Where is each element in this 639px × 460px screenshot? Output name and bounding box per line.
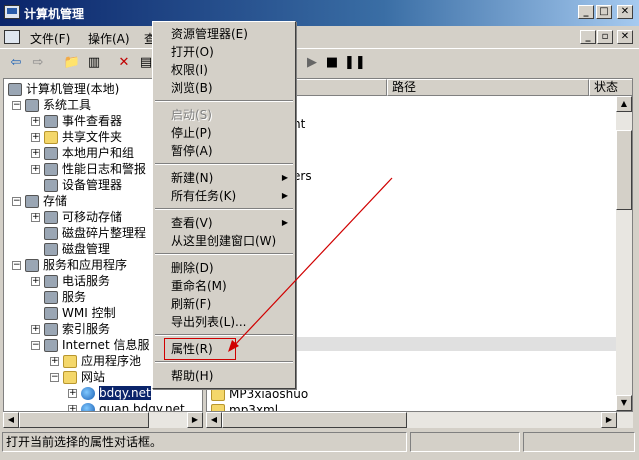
annotation-arrow [228,177,393,352]
arrow-line [231,177,393,349]
